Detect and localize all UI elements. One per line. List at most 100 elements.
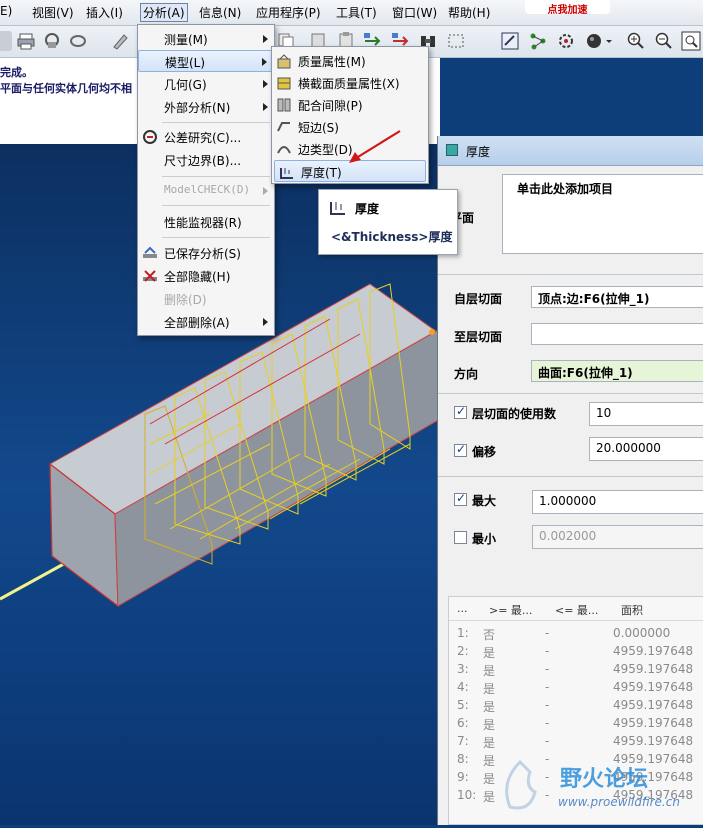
select-box-icon[interactable] [446,31,466,51]
edit-icon[interactable] [110,31,130,51]
table-row[interactable]: 5: 是 -4959.197648 [449,697,703,715]
menu-delete: 删除(D) [164,293,207,307]
mass-properties-icon [276,53,292,69]
thickness-icon [279,164,295,180]
menu-window[interactable]: 窗口(W) [392,4,437,21]
menu-dimension-boundary[interactable]: 尺寸边界(B)... [138,149,274,171]
end-plane-field[interactable] [531,323,703,345]
table-row[interactable]: 2: 是 -4959.197648 [449,643,703,661]
menu-separator [162,176,270,177]
message-line-1: 完成。 [0,66,33,79]
zoom-in-icon[interactable] [626,31,646,51]
menu-external-analysis[interactable]: 外部分析(N) [138,96,274,118]
direction-label: 方向 [454,367,479,381]
menu-tolerance-study[interactable]: 公差研究(C)... [138,126,274,148]
link-icon[interactable] [68,31,88,51]
chevron-right-icon [263,187,268,195]
column-header[interactable]: ... [457,602,468,615]
dialog-title-bar: 厚度 [438,136,703,166]
thickness-tooltip: 厚度 <&Thickness>厚度 [318,189,458,255]
chevron-down-icon[interactable] [604,31,614,51]
column-header[interactable]: <= 最... [555,602,598,618]
max-label: 最大 [472,494,497,508]
watermark-url: www.proewildfire.cn [558,795,680,809]
zoom-out-icon[interactable] [654,31,674,51]
sphere-icon[interactable] [584,31,604,51]
datum-display-icon[interactable] [528,31,548,51]
lock-icon[interactable] [42,31,62,51]
count-label: 层切面的使用数 [472,407,557,421]
menu-insert[interactable]: 插入(I) [86,4,123,21]
count-checkbox[interactable] [454,404,467,419]
menu-applications[interactable]: 应用程序(P) [256,4,321,21]
annotation-arrow [349,130,401,163]
min-checkbox[interactable] [454,531,467,544]
menu-performance-monitor[interactable]: 性能监视器(R) [138,211,274,233]
column-header[interactable]: >= 最... [489,602,532,618]
menu-measure[interactable]: 测量(M) [138,28,274,50]
menu-model[interactable]: 模型(L) [138,50,274,72]
start-plane-field[interactable]: 顶点:边:F6(拉伸_1) [531,286,703,308]
table-row[interactable]: 7: 是 -4959.197648 [449,733,703,751]
dialog-divider [438,393,703,394]
count-field[interactable]: 10 [589,402,703,426]
chevron-right-icon [263,318,268,326]
menu-clearance[interactable]: 配合间隙(P) [272,94,428,116]
offset-checkbox[interactable] [454,442,467,457]
max-checkbox[interactable] [454,491,467,506]
menu-edit[interactable]: E) [0,4,12,18]
menu-delete-all[interactable]: 全部删除(A) [138,311,274,333]
dialog-title: 厚度 [466,145,491,159]
menu-mass-properties[interactable]: 质量属性(M) [272,50,428,72]
menu-analysis[interactable]: 分析(A) [140,3,188,22]
direction-field[interactable]: 曲面:F6(拉伸_1) [531,360,703,382]
zoom-window-icon[interactable] [681,31,701,51]
menu-info[interactable]: 信息(N) [199,4,241,21]
chevron-right-icon [262,58,267,66]
table-row[interactable]: 3: 是 -4959.197648 [449,661,703,679]
speedup-badge[interactable]: 点我加速 [525,0,610,16]
min-label: 最小 [472,532,497,546]
offset-field[interactable]: 20.000000 [589,437,703,461]
menu-hide-all[interactable]: 全部隐藏(H) [138,265,274,287]
toolbar-icon-partial[interactable] [0,31,12,51]
table-row[interactable]: 4: 是 -4959.197648 [449,679,703,697]
menu-separator [162,205,270,206]
menu-separator [162,122,270,123]
watermark-text: 野火论坛 [560,767,649,792]
thickness-dialog: 厚度 平面 单击此处添加项目 自层切面 顶点:边:F6(拉伸_1) 至层切面 方… [437,136,703,825]
hide-all-icon [142,268,158,284]
clearance-icon [276,97,292,113]
vertex-marker [429,329,435,335]
menu-view[interactable]: 视图(V) [32,4,74,21]
max-field[interactable]: 1.000000 [532,490,703,514]
tolerance-icon [142,129,158,145]
thickness-icon [329,198,347,219]
short-edge-icon [276,119,292,135]
menu-saved-analysis[interactable]: 已保存分析(S) [138,242,274,264]
menu-help[interactable]: 帮助(H) [448,4,490,21]
plane-collector[interactable]: 单击此处添加项目 [502,174,703,254]
table-row[interactable]: 1: 否 -0.000000 [449,625,703,643]
table-row[interactable]: 6: 是 -4959.197648 [449,715,703,733]
print-icon[interactable] [16,31,36,51]
refit-icon[interactable] [500,31,520,51]
menu-modelcheck: ModelCHECK(D) [138,180,274,202]
chevron-right-icon [263,35,268,43]
menu-tools[interactable]: 工具(T) [336,4,377,21]
menu-separator [162,237,270,238]
dialog-divider [438,476,703,477]
start-plane-label: 自层切面 [454,292,503,306]
spin-center-icon[interactable] [556,31,576,51]
edge-type-icon [276,141,292,157]
forum-watermark: 野火论坛 www.proewildfire.cn [490,757,700,817]
flame-logo-icon [505,759,537,810]
table-header: ... >= 最... <= 最... 面积 [449,597,703,621]
menu-cross-section-mass[interactable]: 横截面质量属性(X) [272,72,428,94]
column-header[interactable]: 面积 [621,602,643,618]
tooltip-title: 厚度 [355,202,380,216]
analysis-menu: 测量(M) 模型(L) 几何(G) 外部分析(N) 公差研究(C)... 尺寸边… [137,24,275,336]
message-line-2: 平面与任何实体几何均不相 [0,82,132,95]
menu-geometry[interactable]: 几何(G) [138,73,274,95]
chevron-right-icon [263,103,268,111]
